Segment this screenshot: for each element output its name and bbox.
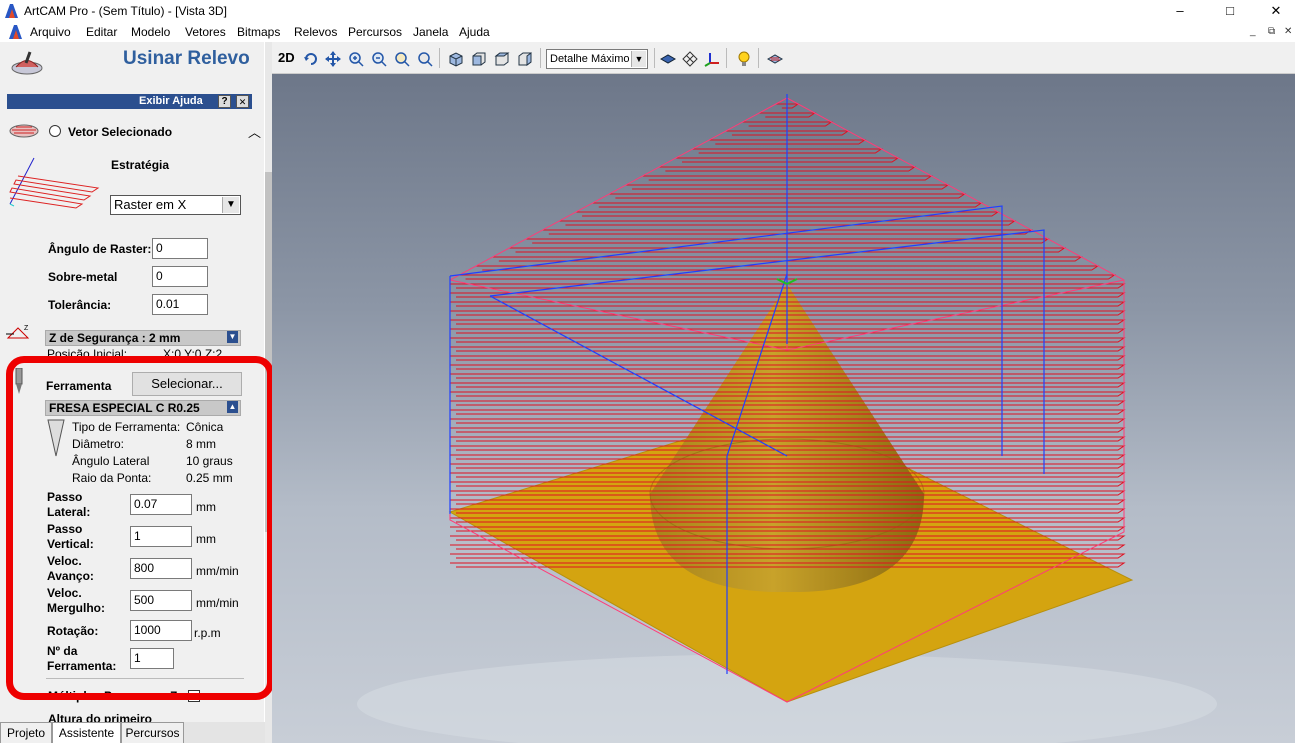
mdi-close-button[interactable]: ✕ [1284,26,1292,37]
mdi-restore-button[interactable]: ⧉ [1268,26,1275,37]
zoom-in-icon[interactable] [348,51,364,67]
mdi-minimize-button[interactable]: _ [1250,26,1256,37]
wireframe-icon[interactable] [682,51,698,67]
menu-janela[interactable]: Janela [413,25,448,39]
tab-strip-filler [184,722,265,743]
first-height-label: Altura do primeiro [48,712,153,722]
light-icon[interactable] [736,51,752,67]
strategy-select[interactable]: Raster em X ▼ [110,195,241,215]
zoom-box-icon[interactable] [394,51,410,67]
overmetal-label: Sobre-metal [48,270,118,284]
3d-scene[interactable] [272,74,1295,743]
view-front-icon[interactable] [471,51,487,67]
rotate-view-icon[interactable] [303,51,319,67]
chevron-down-icon: ▼ [222,197,239,213]
view-iso-icon[interactable] [448,51,464,67]
title-bar: ArtCAM Pro - (Sem Título) - [Vista 3D] –… [0,0,1295,22]
app-logo-icon [9,25,22,39]
menu-bitmaps[interactable]: Bitmaps [237,25,280,39]
shade-icon[interactable] [660,51,676,67]
toolbar-separator [540,48,541,68]
menu-modelo[interactable]: Modelo [131,25,170,39]
vector-icon [9,124,39,138]
view-toolbar: 2D Detalhe Máximo ▼ [272,42,1295,74]
strategy-label: Estratégia [111,158,170,172]
vector-selected-label: Vetor Selecionado [68,125,173,139]
expand-icon[interactable]: ▼ [227,331,238,343]
window-title: ArtCAM Pro - (Sem Título) - [Vista 3D] [24,4,227,18]
axes-icon[interactable] [704,51,720,67]
raster-angle-label: Ângulo de Raster: [48,242,152,256]
tab-percursos[interactable]: Percursos [121,722,184,743]
show-help-link[interactable]: Exibir Ajuda [139,95,203,107]
zoom-out-icon[interactable] [371,51,387,67]
relief-machining-icon [11,51,43,75]
tolerance-input[interactable]: 0.01 [152,294,208,315]
3d-viewport[interactable] [272,74,1295,743]
help-question-button[interactable]: ? [218,95,231,108]
panel-title: Usinar Relevo [123,48,250,69]
help-close-button[interactable]: ✕ [236,95,249,108]
toolbar-separator [758,48,759,68]
detail-level-value: Detalhe Máximo [550,53,630,65]
app-logo-icon [5,4,18,18]
tolerance-label: Tolerância: [48,298,112,312]
tab-projeto[interactable]: Projeto [0,722,52,743]
menu-ajuda[interactable]: Ajuda [459,25,490,39]
menu-editar[interactable]: Editar [86,25,117,39]
safe-z-icon: Z [6,325,30,339]
raster-angle-input[interactable]: 0 [152,238,208,259]
help-bar [7,94,252,109]
menu-bar: Arquivo Editar Modelo Vetores Bitmaps Re… [0,22,1295,42]
menu-vetores[interactable]: Vetores [185,25,226,39]
safe-z-bar[interactable]: Z de Segurança : 2 mm ▼ [45,330,241,346]
toolpath-view-icon[interactable] [767,51,783,67]
strategy-raster-icon [9,157,100,209]
origin-axis-y [786,278,798,285]
highlight-annotation [6,356,274,700]
maximize-button[interactable]: □ [1207,0,1253,22]
view-side-icon[interactable] [517,51,533,67]
menu-percursos[interactable]: Percursos [348,25,402,39]
minimize-button[interactable]: – [1157,0,1203,22]
overmetal-input[interactable]: 0 [152,266,208,287]
view-2d-button[interactable]: 2D [278,50,295,65]
vector-selected-radio[interactable] [49,125,61,137]
toolbar-separator [654,48,655,68]
pan-icon[interactable] [325,51,341,67]
toolbar-separator [726,48,727,68]
tab-assistente[interactable]: Assistente [52,722,121,743]
close-button[interactable]: ✕ [1253,0,1295,22]
detail-level-select[interactable]: Detalhe Máximo ▼ [546,49,648,69]
chevron-down-icon: ▼ [631,51,646,67]
menu-relevos[interactable]: Relevos [294,25,337,39]
toolbar-separator [439,48,440,68]
menu-arquivo[interactable]: Arquivo [30,25,71,39]
safe-z-text: Z de Segurança : 2 mm [49,331,181,345]
svg-text:Z: Z [24,325,29,332]
collapse-chevron-icon[interactable]: ︿ [248,122,261,141]
zoom-all-icon[interactable] [417,51,433,67]
view-top-icon[interactable] [494,51,510,67]
strategy-select-value: Raster em X [114,197,187,212]
